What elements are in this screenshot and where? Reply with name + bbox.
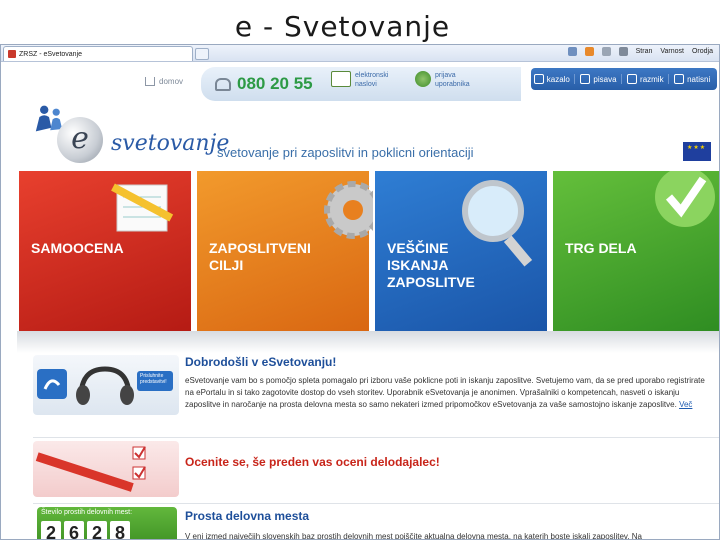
site-page: domov 080 20 55 elektronski naslovi prija… — [17, 63, 719, 540]
accessibility-toolbar: kazalo pisava razmik natisni — [531, 68, 717, 90]
category-tiles: SAMOOCENA ZAPOSLITVENI CILJI VEŠČINE ISK… — [19, 171, 719, 331]
envelope-icon — [331, 71, 351, 87]
rss-icon[interactable] — [584, 47, 594, 56]
index-button[interactable]: kazalo — [533, 74, 575, 84]
home-icon[interactable] — [567, 47, 577, 56]
email-label-2: naslovi — [355, 81, 377, 88]
jobs-title[interactable]: Prosta delovna mesta — [185, 509, 309, 523]
headphones-icon — [37, 366, 173, 405]
gear-icon — [324, 181, 373, 239]
print-label: natisni — [687, 74, 711, 84]
divider — [33, 437, 719, 438]
welcome-body: eSvetovanje vam bo s pomočjo spleta poma… — [185, 376, 705, 409]
phone-text: 080 20 55 — [237, 74, 313, 93]
phone-icon — [215, 77, 231, 91]
browser-tab[interactable]: ZRSZ - eSvetovanje — [3, 46, 193, 61]
jobs-text: V eni izmed največjih slovenskih baz pro… — [185, 532, 642, 540]
print-button[interactable]: natisni — [674, 74, 714, 84]
divider — [33, 503, 719, 504]
email-link[interactable]: elektronski naslovi — [331, 71, 388, 89]
browser-toolbar: Stran Varnost Orodja — [567, 47, 713, 56]
eu-flag-icon — [683, 142, 711, 161]
index-icon — [533, 74, 544, 84]
job-counter-label: Število prostih delovnih mest: — [41, 509, 133, 516]
assessment-thumbnail — [33, 441, 179, 497]
slide: e - Svetovanje ZRSZ - eSvetovanje Stran … — [0, 0, 720, 540]
phone-number: 080 20 55 — [215, 74, 313, 94]
assessment-section: Ocenite se, še preden vas oceni delodaja… — [33, 441, 719, 501]
tile-self-assessment-label: SAMOOCENA — [31, 240, 124, 256]
browser-tab-title: ZRSZ - eSvetovanje — [19, 50, 83, 58]
assessment-title[interactable]: Ocenite se, še preden vas oceni delodaja… — [185, 455, 440, 469]
jobs-section: Število prostih delovnih mest: 2 6 2 8 P… — [33, 505, 719, 540]
counter-digit: 2 — [41, 521, 61, 539]
welcome-text: eSvetovanje vam bo s pomočjo spleta poma… — [185, 375, 705, 411]
counter-digit: 2 — [87, 521, 107, 539]
welcome-thumbnail: Prisluhnite predstavitvi! — [33, 355, 179, 415]
tiles-shadow — [17, 331, 719, 353]
tile-labor-market[interactable]: TRG DELA — [553, 171, 719, 331]
browser-tabbar: ZRSZ - eSvetovanje Stran Varnost Orodja — [1, 45, 719, 62]
counter-digit: 6 — [64, 521, 84, 539]
magnifier-icon — [462, 180, 533, 267]
notepad-pencil-icon — [111, 183, 174, 232]
logo-wordmark: svetovanje — [111, 131, 230, 156]
welcome-section: Prisluhnite predstavitvi! Dobrodošli v e… — [33, 355, 719, 435]
page-menu[interactable]: Stran — [636, 48, 653, 55]
logo-e-badge: e — [57, 117, 103, 163]
job-counter: Število prostih delovnih mest: 2 6 2 8 — [37, 507, 177, 539]
more-link[interactable]: Več — [679, 400, 692, 409]
listen-button[interactable]: Prisluhnite predstavitvi! — [140, 373, 174, 385]
mail-icon[interactable] — [601, 47, 611, 56]
user-login-icon — [415, 71, 431, 87]
printer-icon — [674, 74, 685, 84]
tools-menu[interactable]: Orodja — [692, 48, 713, 55]
index-label: kazalo — [546, 74, 570, 84]
job-counter-digits: 2 6 2 8 — [41, 521, 130, 539]
login-label-1: prijava — [435, 72, 456, 79]
tile-career-goals[interactable]: ZAPOSLITVENI CILJI — [197, 171, 373, 331]
favicon-icon — [8, 50, 16, 58]
spacing-button[interactable]: razmik — [627, 74, 669, 84]
counter-digit: 8 — [110, 521, 130, 539]
home-link[interactable]: domov — [145, 77, 183, 86]
slide-title: e - Svetovanje — [234, 10, 451, 43]
email-label-1: elektronski — [355, 72, 389, 79]
login-link[interactable]: prijava uporabnika — [415, 71, 470, 89]
tile-career-goals-line2: CILJI — [209, 257, 244, 273]
font-icon — [580, 74, 591, 84]
home-label: domov — [159, 77, 184, 86]
site-tagline: svetovanje pri zaposlitvi in poklicni or… — [217, 145, 474, 160]
tile-labor-market-label: TRG DELA — [565, 240, 637, 256]
checkmark-icon — [655, 171, 715, 227]
font-button[interactable]: pisava — [580, 74, 622, 84]
tile-self-assessment[interactable]: SAMOOCENA — [19, 171, 191, 331]
house-icon — [145, 77, 155, 86]
spacing-label: razmik — [640, 74, 664, 84]
welcome-title: Dobrodošli v eSvetovanju! — [185, 355, 337, 369]
tile-job-search-skills-line3: ZAPOSLITVE — [387, 274, 475, 290]
browser-window: ZRSZ - eSvetovanje Stran Varnost Orodja … — [0, 44, 720, 540]
checklist-pencil-icon — [35, 446, 146, 492]
print-icon[interactable] — [618, 47, 628, 56]
spacing-icon — [627, 74, 638, 84]
font-label: pisava — [593, 74, 617, 84]
tile-job-search-skills[interactable]: VEŠČINE ISKANJA ZAPOSLITVE — [375, 171, 547, 331]
login-label-2: uporabnika — [435, 81, 470, 88]
site-logo[interactable]: e svetovanje — [31, 95, 229, 167]
safety-menu[interactable]: Varnost — [660, 48, 684, 55]
new-tab-button[interactable] — [195, 48, 209, 60]
